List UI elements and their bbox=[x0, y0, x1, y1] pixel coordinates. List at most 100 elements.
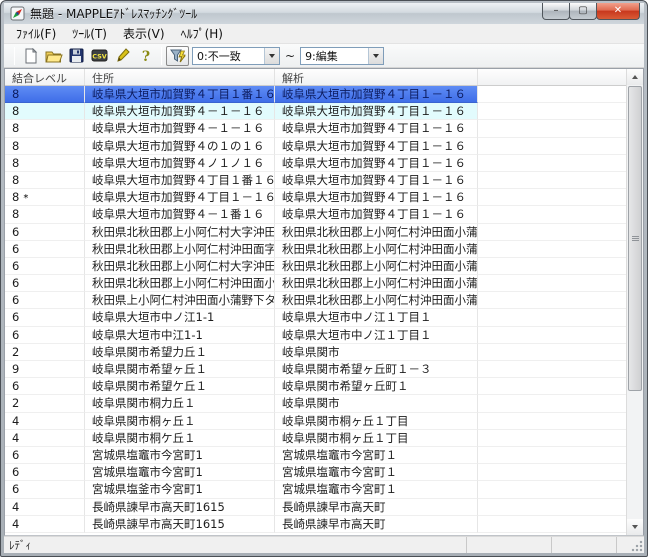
table-row[interactable]: 8岐阜県大垣市加賀野４の１の１６岐阜県大垣市加賀野４丁目１－１６ bbox=[5, 138, 626, 155]
filter-from-value: 0:不一致 bbox=[193, 48, 264, 64]
filler-cell bbox=[478, 172, 626, 189]
table-row[interactable]: 6秋田県北秋田郡上小阿仁村大字沖田面字...秋田県北秋田郡上小阿仁村沖田面小蒲野… bbox=[5, 224, 626, 241]
level-cell: 8 bbox=[5, 206, 85, 223]
new-document-button[interactable] bbox=[19, 46, 42, 66]
parsed-cell: 岐阜県大垣市加賀野４丁目１－１６ bbox=[275, 206, 478, 223]
table-row[interactable]: 2岐阜県関市桐力丘１岐阜県関市 bbox=[5, 395, 626, 412]
table-row[interactable]: 8岐阜県大垣市加賀野４ノ１ノ１６岐阜県大垣市加賀野４丁目１－１６ bbox=[5, 155, 626, 172]
table-row[interactable]: 8*岐阜県大垣市加賀野４丁目１－１６岐阜県大垣市加賀野４丁目１－１６ bbox=[5, 189, 626, 206]
app-window: 無題 - MAPPLEｱﾄﾞﾚｽﾏｯﾁﾝｸﾞﾂｰﾙ – ▢ ✕ ﾌｧｲﾙ(F) … bbox=[0, 0, 648, 557]
address-cell: 岐阜県関市希望ケ丘１ bbox=[85, 378, 275, 395]
table-row[interactable]: 6宮城県塩釜市今宮町1宮城県塩竈市今宮町１ bbox=[5, 481, 626, 498]
table-row[interactable]: 6秋田県上小阿仁村沖田面小蒲野下タ川原5秋田県北秋田郡上小阿仁村沖田面小蒲野..… bbox=[5, 292, 626, 309]
filler-cell bbox=[478, 138, 626, 155]
csv-export-button[interactable]: CSV bbox=[88, 46, 111, 66]
title-bar[interactable]: 無題 - MAPPLEｱﾄﾞﾚｽﾏｯﾁﾝｸﾞﾂｰﾙ – ▢ ✕ bbox=[4, 3, 644, 24]
table-row[interactable]: 8岐阜県大垣市加賀野４丁目１番１６号岐阜県大垣市加賀野４丁目１－１６ bbox=[5, 86, 626, 103]
menu-help[interactable]: ﾍﾙﾌﾟ(H) bbox=[173, 23, 231, 44]
table-row[interactable]: 8岐阜県大垣市加賀野４－１番１６岐阜県大垣市加賀野４丁目１－１６ bbox=[5, 206, 626, 223]
scrollbar-track[interactable] bbox=[627, 85, 643, 519]
close-button[interactable]: ✕ bbox=[596, 3, 640, 20]
filter-button[interactable] bbox=[166, 46, 189, 66]
column-header-parsed[interactable]: 解析 bbox=[275, 69, 478, 85]
address-cell: 秋田県北秋田郡上小阿仁村沖田面字小蒲... bbox=[85, 241, 275, 258]
table-row[interactable]: 6岐阜県関市希望ケ丘１岐阜県関市希望ヶ丘町１ bbox=[5, 378, 626, 395]
table-row[interactable]: 6秋田県北秋田郡上小阿仁村沖田面小蒲野...秋田県北秋田郡上小阿仁村沖田面小蒲野… bbox=[5, 275, 626, 292]
table-row[interactable]: 4長崎県諌早市高天町1615長崎県諫早市高天町 bbox=[5, 516, 626, 533]
address-cell: 宮城県塩竈市今宮町1 bbox=[85, 464, 275, 481]
address-cell: 岐阜県大垣市加賀野４の１の１６ bbox=[85, 138, 275, 155]
menu-file[interactable]: ﾌｧｲﾙ(F) bbox=[8, 23, 64, 44]
level-cell: 6 bbox=[5, 275, 85, 292]
chevron-down-icon[interactable] bbox=[264, 48, 279, 64]
table-body: 8岐阜県大垣市加賀野４丁目１番１６号岐阜県大垣市加賀野４丁目１－１６8岐阜県大垣… bbox=[5, 86, 626, 533]
parsed-cell: 岐阜県大垣市加賀野４丁目１－１６ bbox=[275, 138, 478, 155]
table-row[interactable]: 2岐阜県関市希望力丘１岐阜県関市 bbox=[5, 344, 626, 361]
parsed-cell: 長崎県諫早市高天町 bbox=[275, 516, 478, 533]
open-file-button[interactable] bbox=[42, 46, 65, 66]
parsed-cell: 長崎県諫早市高天町 bbox=[275, 499, 478, 516]
level-cell: 6 bbox=[5, 292, 85, 309]
address-cell: 秋田県北秋田郡上小阿仁村大字沖田面小... bbox=[85, 258, 275, 275]
column-header-address[interactable]: 住所 bbox=[85, 69, 275, 85]
vertical-scrollbar[interactable] bbox=[626, 69, 643, 535]
level-cell: 4 bbox=[5, 430, 85, 447]
scroll-up-icon[interactable] bbox=[627, 69, 643, 85]
table-row[interactable]: 4岐阜県関市桐ヶ丘１岐阜県関市桐ヶ丘１丁目 bbox=[5, 413, 626, 430]
resize-grip-icon[interactable] bbox=[631, 540, 643, 552]
help-button[interactable]: ? bbox=[134, 46, 157, 66]
filler-cell bbox=[478, 189, 626, 206]
table-row[interactable]: 6秋田県北秋田郡上小阿仁村大字沖田面小...秋田県北秋田郡上小阿仁村沖田面小蒲野… bbox=[5, 258, 626, 275]
table-row[interactable]: 4岐阜県関市桐ケ丘１岐阜県関市桐ヶ丘１丁目 bbox=[5, 430, 626, 447]
filler-cell bbox=[478, 103, 626, 120]
scrollbar-thumb[interactable] bbox=[628, 86, 642, 391]
menu-view[interactable]: 表示(V) bbox=[115, 23, 173, 44]
toolbar-separator bbox=[161, 47, 162, 65]
address-cell: 岐阜県大垣市加賀野４－１－１６ bbox=[85, 120, 275, 137]
address-cell: 秋田県上小阿仁村沖田面小蒲野下タ川原5 bbox=[85, 292, 275, 309]
parsed-cell: 宮城県塩竈市今宮町１ bbox=[275, 481, 478, 498]
edit-button[interactable] bbox=[111, 46, 134, 66]
level-cell: 8* bbox=[5, 189, 85, 206]
svg-text:?: ? bbox=[141, 49, 149, 64]
address-cell: 岐阜県関市桐力丘１ bbox=[85, 395, 275, 412]
address-cell: 岐阜県大垣市加賀野４丁目１番１６ bbox=[85, 172, 275, 189]
table-row[interactable]: 6宮城県塩竈市今宮町1宮城県塩竈市今宮町１ bbox=[5, 464, 626, 481]
filter-from-combobox[interactable]: 0:不一致 bbox=[192, 47, 280, 65]
menu-tools[interactable]: ﾂｰﾙ(T) bbox=[64, 23, 115, 44]
table-row[interactable]: 4長崎県諫早市高天町1615長崎県諫早市高天町 bbox=[5, 499, 626, 516]
scroll-down-icon[interactable] bbox=[627, 519, 643, 535]
table-row[interactable]: 6岐阜県大垣市中ノ江1-1岐阜県大垣市中ノ江１丁目１ bbox=[5, 309, 626, 326]
table-row[interactable]: 8岐阜県大垣市加賀野４丁目１番１６岐阜県大垣市加賀野４丁目１－１６ bbox=[5, 172, 626, 189]
level-cell: 8 bbox=[5, 120, 85, 137]
level-cell: 6 bbox=[5, 378, 85, 395]
table-row[interactable]: 6秋田県北秋田郡上小阿仁村沖田面字小蒲...秋田県北秋田郡上小阿仁村沖田面小蒲野… bbox=[5, 241, 626, 258]
maximize-button[interactable]: ▢ bbox=[569, 3, 597, 20]
save-floppy-icon bbox=[69, 48, 84, 63]
table-row[interactable]: 8岐阜県大垣市加賀野４－１－１６岐阜県大垣市加賀野４丁目１－１６ bbox=[5, 120, 626, 137]
new-document-icon bbox=[24, 48, 38, 64]
level-cell: 6 bbox=[5, 309, 85, 326]
filler-cell bbox=[478, 447, 626, 464]
table-row[interactable]: 9岐阜県関市希望ヶ丘１岐阜県関市希望ヶ丘町１－３ bbox=[5, 361, 626, 378]
chevron-down-icon[interactable] bbox=[368, 48, 383, 64]
table-row[interactable]: 8岐阜県大垣市加賀野４－１－１６岐阜県大垣市加賀野４丁目１－１６ bbox=[5, 103, 626, 120]
table-row[interactable]: 6宮城県塩竈市今宮町1宮城県塩竈市今宮町１ bbox=[5, 447, 626, 464]
address-cell: 岐阜県大垣市加賀野４－１番１６ bbox=[85, 206, 275, 223]
filler-cell bbox=[478, 241, 626, 258]
filter-funnel-icon bbox=[170, 48, 186, 63]
parsed-cell: 岐阜県大垣市加賀野４丁目１－１６ bbox=[275, 120, 478, 137]
help-question-icon: ? bbox=[140, 48, 152, 64]
filler-cell bbox=[478, 378, 626, 395]
address-cell: 岐阜県関市希望ヶ丘１ bbox=[85, 361, 275, 378]
level-cell: 4 bbox=[5, 413, 85, 430]
table-row[interactable]: 6岐阜県大垣市中江1-1岐阜県大垣市中ノ江１丁目１ bbox=[5, 327, 626, 344]
filter-to-combobox[interactable]: 9:編集 bbox=[300, 47, 384, 65]
save-button[interactable] bbox=[65, 46, 88, 66]
address-cell: 長崎県諌早市高天町1615 bbox=[85, 516, 275, 533]
filler-cell bbox=[478, 292, 626, 309]
parsed-cell: 岐阜県大垣市加賀野４丁目１－１６ bbox=[275, 189, 478, 206]
minimize-button[interactable]: – bbox=[542, 3, 570, 20]
column-header-level[interactable]: 結合レベル bbox=[5, 69, 85, 85]
filler-cell bbox=[478, 516, 626, 533]
